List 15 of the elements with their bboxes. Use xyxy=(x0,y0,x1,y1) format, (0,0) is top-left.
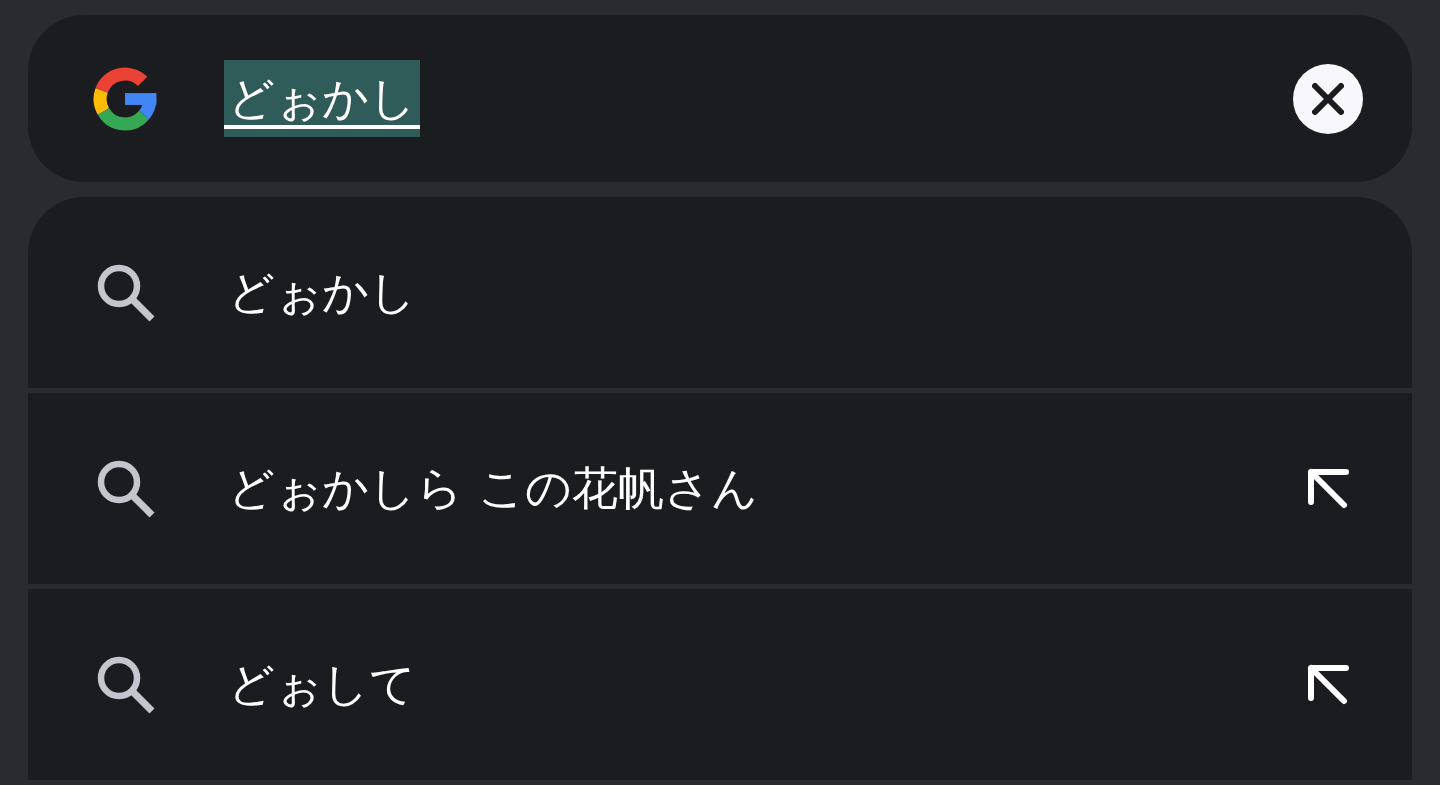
g-logo-icon xyxy=(93,66,157,131)
suggestion-item[interactable]: どぉかし xyxy=(28,197,1412,388)
close-icon xyxy=(1312,82,1344,115)
suggestion-text: どぉかしら この花帆さん xyxy=(228,459,759,517)
search-field[interactable]: どぉかし xyxy=(28,15,1412,182)
suggestion-item[interactable]: どぉして xyxy=(28,589,1412,780)
search-icon xyxy=(95,458,155,519)
suggestion-item[interactable]: どぉかしら この花帆さん xyxy=(28,393,1412,584)
arrow-up-left-icon xyxy=(1306,466,1350,511)
suggestion-text: どぉかし xyxy=(228,263,417,321)
suggestion-text: どぉして xyxy=(228,655,417,713)
search-icon xyxy=(95,262,155,323)
arrow-up-left-icon xyxy=(1306,662,1350,707)
query-text: どぉかし xyxy=(224,60,420,137)
search-icon xyxy=(95,654,155,715)
